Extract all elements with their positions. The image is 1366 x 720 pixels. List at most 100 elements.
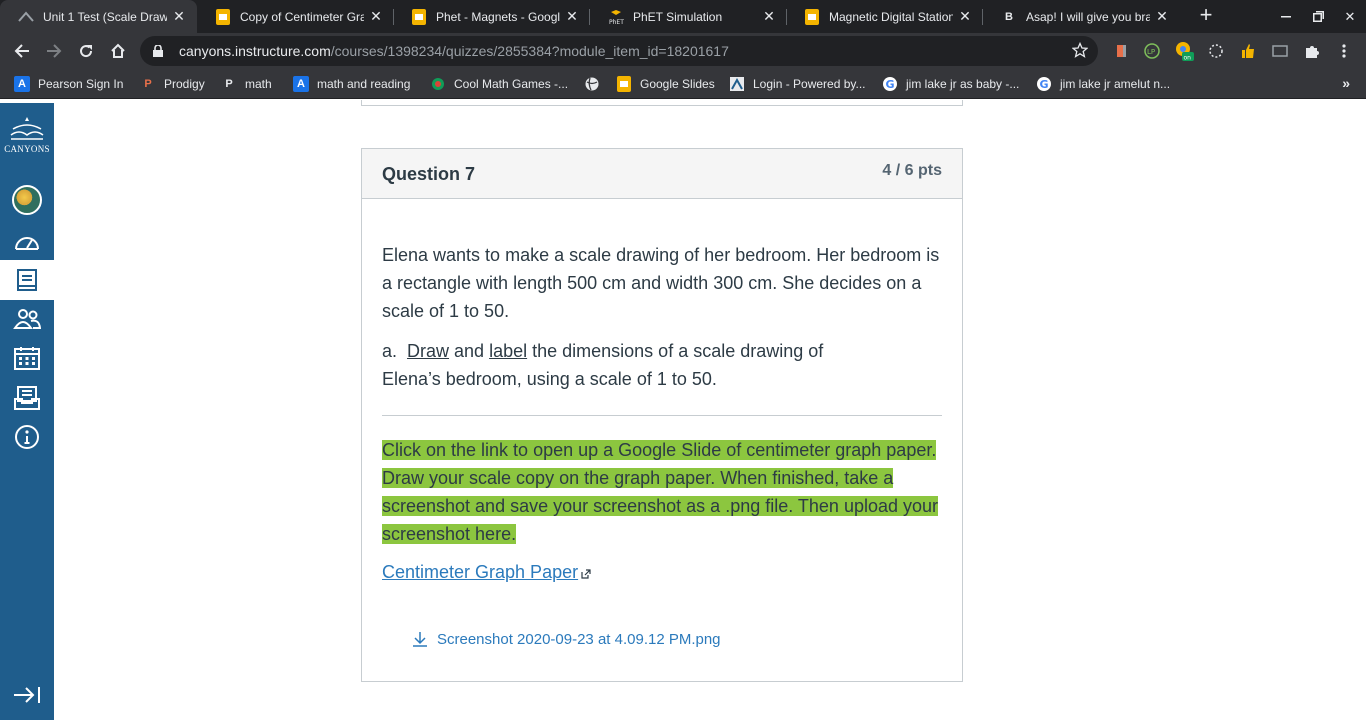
calendar-icon (14, 347, 40, 370)
svg-text:G: G (886, 78, 895, 91)
extension-chrome-icon[interactable]: on (1174, 41, 1194, 61)
nav-dashboard[interactable] (0, 222, 54, 262)
canyons-logo[interactable]: CANYONS (4, 115, 50, 165)
menu-kebab-icon[interactable] (1334, 41, 1354, 61)
reload-icon[interactable] (72, 37, 100, 65)
new-tab-button[interactable]: + (1195, 4, 1217, 27)
nav-calendar[interactable] (0, 338, 54, 378)
browser-toolbar: canyons.instructure.com/courses/1398234/… (0, 33, 1366, 69)
bookmark-jim-lake-baby[interactable]: G jim lake jr as baby -... (882, 75, 1019, 93)
groups-icon (13, 309, 41, 329)
nav-groups[interactable] (0, 299, 54, 339)
close-icon[interactable]: ✕ (171, 8, 187, 25)
question-part-a: a. Draw and label the dimensions of a sc… (382, 337, 842, 393)
extension-thumbs-up-icon[interactable] (1238, 41, 1258, 61)
bookmarks-overflow-icon[interactable]: » (1342, 75, 1350, 91)
forward-arrow-icon[interactable] (40, 37, 68, 65)
close-icon[interactable]: ✕ (761, 8, 777, 25)
question-card: Question 7 4 / 6 pts Elena wants to make… (361, 148, 963, 682)
nav-help[interactable] (0, 417, 54, 457)
close-icon[interactable]: ✕ (957, 8, 973, 25)
inbox-icon (14, 386, 40, 410)
prodigy-icon: P (144, 78, 152, 90)
bookmark-globe[interactable] (584, 75, 608, 93)
bookmark-google-slides[interactable]: Google Slides (616, 75, 715, 93)
tab-phet-magnets[interactable]: Phet - Magnets - Google ✕ (393, 0, 590, 33)
back-arrow-icon[interactable] (8, 37, 36, 65)
svg-text:PhET: PhET (609, 19, 624, 25)
uploaded-file-link[interactable]: Screenshot 2020-09-23 at 4.09.12 PM.png (411, 630, 721, 648)
close-icon[interactable]: ✕ (564, 8, 580, 25)
bookmark-math-and-reading[interactable]: A math and reading (293, 75, 410, 93)
close-icon[interactable]: ✕ (368, 8, 384, 25)
bookmark-jim-lake-amelut[interactable]: G jim lake jr amelut n... (1036, 75, 1170, 93)
close-window-icon[interactable]: ✕ (1334, 0, 1366, 33)
bookmark-label: math and reading (317, 77, 411, 91)
part-a-label: label (489, 341, 528, 361)
tab-brainly[interactable]: B Asap! I will give you bra ✕ (983, 0, 1180, 33)
google-icon: G (1036, 76, 1052, 92)
tab-copy-of-centimeter[interactable]: Copy of Centimeter Grap ✕ (197, 0, 394, 33)
minimize-icon[interactable] (1270, 0, 1302, 33)
home-icon[interactable] (104, 37, 132, 65)
nav-account[interactable] (0, 180, 54, 220)
nav-courses[interactable] (0, 260, 54, 300)
canvas-icon (18, 9, 34, 25)
tab-phet-simulation[interactable]: PhET PhET Simulation ✕ (590, 0, 787, 33)
extension-lp-icon[interactable]: LP (1142, 41, 1162, 61)
help-icon (15, 425, 39, 449)
phet-icon: PhET (608, 9, 624, 25)
bookmark-label: jim lake jr amelut n... (1060, 77, 1171, 91)
bookmark-label: Google Slides (640, 77, 715, 91)
bookmark-math[interactable]: P math (221, 75, 271, 93)
link-label: Centimeter Graph Paper (382, 562, 579, 582)
svg-text:LP: LP (1147, 48, 1155, 56)
bookmark-label: Prodigy (164, 77, 205, 91)
login-icon (729, 76, 745, 92)
globe-icon (584, 76, 600, 92)
question-title: Question 7 (382, 164, 476, 184)
extension-loading-icon[interactable] (1206, 41, 1226, 61)
bookmark-label: Pearson Sign In (38, 77, 124, 91)
divider (382, 415, 942, 416)
lock-icon (153, 45, 167, 57)
extension-cast-icon[interactable] (1270, 41, 1290, 61)
courses-icon (17, 269, 37, 291)
bookmark-label: jim lake jr as baby -... (906, 77, 1020, 91)
canyons-logo-icon (10, 117, 44, 140)
address-bar[interactable]: canyons.instructure.com/courses/1398234/… (140, 36, 1098, 66)
close-icon[interactable]: ✕ (1154, 8, 1170, 25)
download-icon (411, 630, 429, 648)
dashboard-icon (15, 237, 39, 250)
external-link-icon (581, 569, 591, 579)
bookmark-cool-math-games[interactable]: Cool Math Games -... (430, 75, 568, 93)
bookmark-label: Cool Math Games -... (454, 77, 569, 91)
url-host: canyons.instructure.com (179, 43, 331, 59)
pearson-icon: A (14, 76, 30, 92)
svg-text:G: G (1040, 78, 1049, 91)
extension-bookmark-icon[interactable] (1112, 41, 1132, 61)
bookmark-prodigy[interactable]: P Prodigy (140, 75, 205, 93)
google-slides-icon (411, 8, 427, 25)
extensions-puzzle-icon[interactable] (1302, 41, 1322, 61)
tab-magnetic-digital-station[interactable]: Magnetic Digital Station ✕ (786, 0, 983, 33)
extension-badge: on (1184, 55, 1192, 62)
question-header: Question 7 4 / 6 pts (362, 149, 962, 199)
highlighted-instructions: Click on the link to open up a Google Sl… (382, 440, 939, 544)
tab-title: Magnetic Digital Station (829, 9, 953, 24)
tab-unit-1-test[interactable]: Unit 1 Test (Scale Drawin ✕ (0, 0, 197, 33)
bookmark-pearson-sign-in[interactable]: A Pearson Sign In (14, 75, 123, 93)
nav-inbox[interactable] (0, 378, 54, 418)
quiz-content: Question 7 4 / 6 pts Elena wants to make… (54, 100, 1366, 720)
google-slides-icon (215, 8, 231, 25)
question-points: 4 / 6 pts (882, 162, 942, 179)
tab-title: Asap! I will give you bra (1026, 9, 1150, 24)
instructions: Click on the link to open up a Google Sl… (382, 436, 942, 548)
part-a-prefix: a. (382, 341, 408, 361)
bookmark-star-icon[interactable] (1071, 41, 1089, 61)
question-body: Elena wants to make a scale drawing of h… (362, 199, 962, 586)
centimeter-graph-paper-link[interactable]: Centimeter Graph Paper (382, 558, 591, 586)
restore-icon[interactable] (1302, 0, 1334, 33)
bookmark-login-powered-by[interactable]: Login - Powered by... (729, 75, 866, 93)
collapse-nav-icon[interactable] (13, 685, 41, 705)
